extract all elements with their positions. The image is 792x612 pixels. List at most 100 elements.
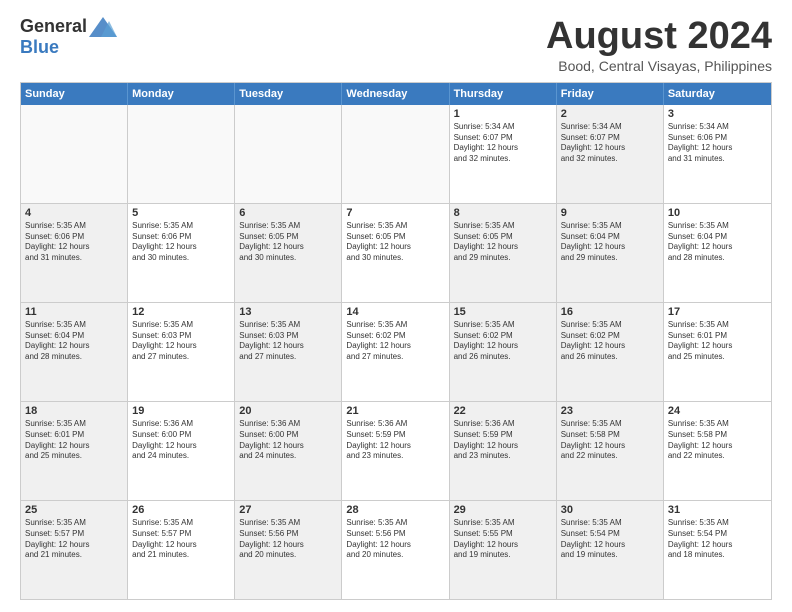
calendar-header: Sunday Monday Tuesday Wednesday Thursday… — [21, 83, 771, 105]
table-row: 19 Sunrise: 5:36 AM Sunset: 6:00 PM Dayli… — [128, 402, 235, 500]
location: Bood, Central Visayas, Philippines — [546, 58, 772, 74]
day-info: Sunrise: 5:35 AM Sunset: 5:56 PM Dayligh… — [239, 518, 337, 561]
day-number: 30 — [561, 504, 659, 516]
day-info: Sunrise: 5:35 AM Sunset: 5:54 PM Dayligh… — [561, 518, 659, 561]
table-row: 27 Sunrise: 5:35 AM Sunset: 5:56 PM Dayli… — [235, 501, 342, 599]
calendar-body: 1 Sunrise: 5:34 AM Sunset: 6:07 PM Daylig… — [21, 105, 771, 599]
day-number: 18 — [25, 405, 123, 417]
day-number: 29 — [454, 504, 552, 516]
calendar-row-4: 25 Sunrise: 5:35 AM Sunset: 5:57 PM Dayli… — [21, 500, 771, 599]
day-number: 24 — [668, 405, 767, 417]
day-info: Sunrise: 5:35 AM Sunset: 6:03 PM Dayligh… — [239, 320, 337, 363]
day-number: 27 — [239, 504, 337, 516]
header-friday: Friday — [557, 83, 664, 105]
table-row: 22Sunrise: 5:36 AM Sunset: 5:59 PM Dayli… — [450, 402, 557, 500]
day-info: Sunrise: 5:35 AM Sunset: 6:06 PM Dayligh… — [25, 221, 123, 264]
table-row: 14Sunrise: 5:35 AM Sunset: 6:02 PM Dayli… — [342, 303, 449, 401]
day-info: Sunrise: 5:35 AM Sunset: 6:01 PM Dayligh… — [25, 419, 123, 462]
day-number: 1 — [454, 108, 552, 120]
day-info: Sunrise: 5:35 AM Sunset: 5:57 PM Dayligh… — [132, 518, 230, 561]
table-row: 5Sunrise: 5:35 AM Sunset: 6:06 PM Daylig… — [128, 204, 235, 302]
table-row: 20Sunrise: 5:36 AM Sunset: 6:00 PM Dayli… — [235, 402, 342, 500]
calendar-row-2: 11 Sunrise: 5:35 AM Sunset: 6:04 PM Dayli… — [21, 302, 771, 401]
table-row: 9Sunrise: 5:35 AM Sunset: 6:04 PM Daylig… — [557, 204, 664, 302]
day-info: Sunrise: 5:35 AM Sunset: 5:55 PM Dayligh… — [454, 518, 552, 561]
day-info: Sunrise: 5:34 AM Sunset: 6:07 PM Dayligh… — [454, 122, 552, 165]
logo-general-text: General — [20, 16, 87, 37]
day-number: 20 — [239, 405, 337, 417]
table-row: 2Sunrise: 5:34 AM Sunset: 6:07 PM Daylig… — [557, 105, 664, 203]
day-info: Sunrise: 5:35 AM Sunset: 6:05 PM Dayligh… — [239, 221, 337, 264]
table-row: 12Sunrise: 5:35 AM Sunset: 6:03 PM Dayli… — [128, 303, 235, 401]
header-thursday: Thursday — [450, 83, 557, 105]
header-sunday: Sunday — [21, 83, 128, 105]
logo: General Blue — [20, 16, 117, 58]
day-info: Sunrise: 5:35 AM Sunset: 6:02 PM Dayligh… — [454, 320, 552, 363]
day-info: Sunrise: 5:35 AM Sunset: 5:56 PM Dayligh… — [346, 518, 444, 561]
table-row: 16Sunrise: 5:35 AM Sunset: 6:02 PM Dayli… — [557, 303, 664, 401]
day-info: Sunrise: 5:35 AM Sunset: 6:02 PM Dayligh… — [561, 320, 659, 363]
logo-blue-text: Blue — [20, 37, 59, 58]
day-info: Sunrise: 5:34 AM Sunset: 6:07 PM Dayligh… — [561, 122, 659, 165]
day-info: Sunrise: 5:35 AM Sunset: 6:05 PM Dayligh… — [454, 221, 552, 264]
day-number: 28 — [346, 504, 444, 516]
calendar-row-1: 4Sunrise: 5:35 AM Sunset: 6:06 PM Daylig… — [21, 203, 771, 302]
table-row: 18 Sunrise: 5:35 AM Sunset: 6:01 PM Dayli… — [21, 402, 128, 500]
page: General Blue August 2024 Bood, Central V… — [0, 0, 792, 612]
day-number: 11 — [25, 306, 123, 318]
day-info: Sunrise: 5:35 AM Sunset: 5:58 PM Dayligh… — [668, 419, 767, 462]
table-row: 6 Sunrise: 5:35 AM Sunset: 6:05 PM Daylig… — [235, 204, 342, 302]
table-row: 15 Sunrise: 5:35 AM Sunset: 6:02 PM Dayli… — [450, 303, 557, 401]
day-number: 5 — [132, 207, 230, 219]
table-row: 10 Sunrise: 5:35 AM Sunset: 6:04 PM Dayli… — [664, 204, 771, 302]
day-number: 10 — [668, 207, 767, 219]
table-row: 31 Sunrise: 5:35 AM Sunset: 5:54 PM Dayli… — [664, 501, 771, 599]
table-row: 8 Sunrise: 5:35 AM Sunset: 6:05 PM Daylig… — [450, 204, 557, 302]
day-number: 23 — [561, 405, 659, 417]
day-info: Sunrise: 5:36 AM Sunset: 6:00 PM Dayligh… — [132, 419, 230, 462]
day-number: 26 — [132, 504, 230, 516]
header-wednesday: Wednesday — [342, 83, 449, 105]
day-number: 19 — [132, 405, 230, 417]
table-row — [235, 105, 342, 203]
table-row: 29 Sunrise: 5:35 AM Sunset: 5:55 PM Dayli… — [450, 501, 557, 599]
day-info: Sunrise: 5:36 AM Sunset: 5:59 PM Dayligh… — [454, 419, 552, 462]
day-info: Sunrise: 5:36 AM Sunset: 5:59 PM Dayligh… — [346, 419, 444, 462]
table-row: 30 Sunrise: 5:35 AM Sunset: 5:54 PM Dayli… — [557, 501, 664, 599]
day-info: Sunrise: 5:35 AM Sunset: 6:04 PM Dayligh… — [668, 221, 767, 264]
month-title: August 2024 — [546, 16, 772, 58]
day-number: 7 — [346, 207, 444, 219]
calendar: Sunday Monday Tuesday Wednesday Thursday… — [20, 82, 772, 600]
table-row: 13Sunrise: 5:35 AM Sunset: 6:03 PM Dayli… — [235, 303, 342, 401]
header-tuesday: Tuesday — [235, 83, 342, 105]
day-number: 8 — [454, 207, 552, 219]
table-row: 24 Sunrise: 5:35 AM Sunset: 5:58 PM Dayli… — [664, 402, 771, 500]
table-row: 21Sunrise: 5:36 AM Sunset: 5:59 PM Dayli… — [342, 402, 449, 500]
day-number: 3 — [668, 108, 767, 120]
table-row — [342, 105, 449, 203]
day-info: Sunrise: 5:35 AM Sunset: 6:04 PM Dayligh… — [561, 221, 659, 264]
table-row: 3 Sunrise: 5:34 AM Sunset: 6:06 PM Daylig… — [664, 105, 771, 203]
day-info: Sunrise: 5:35 AM Sunset: 6:01 PM Dayligh… — [668, 320, 767, 363]
table-row: 17 Sunrise: 5:35 AM Sunset: 6:01 PM Dayli… — [664, 303, 771, 401]
day-info: Sunrise: 5:35 AM Sunset: 6:04 PM Dayligh… — [25, 320, 123, 363]
table-row: 1 Sunrise: 5:34 AM Sunset: 6:07 PM Daylig… — [450, 105, 557, 203]
day-info: Sunrise: 5:35 AM Sunset: 5:58 PM Dayligh… — [561, 419, 659, 462]
table-row: 26 Sunrise: 5:35 AM Sunset: 5:57 PM Dayli… — [128, 501, 235, 599]
day-info: Sunrise: 5:35 AM Sunset: 5:54 PM Dayligh… — [668, 518, 767, 561]
day-info: Sunrise: 5:34 AM Sunset: 6:06 PM Dayligh… — [668, 122, 767, 165]
table-row: 4Sunrise: 5:35 AM Sunset: 6:06 PM Daylig… — [21, 204, 128, 302]
table-row: 23 Sunrise: 5:35 AM Sunset: 5:58 PM Dayli… — [557, 402, 664, 500]
day-number: 17 — [668, 306, 767, 318]
table-row: 28 Sunrise: 5:35 AM Sunset: 5:56 PM Dayli… — [342, 501, 449, 599]
day-number: 6 — [239, 207, 337, 219]
day-info: Sunrise: 5:35 AM Sunset: 6:03 PM Dayligh… — [132, 320, 230, 363]
calendar-row-3: 18 Sunrise: 5:35 AM Sunset: 6:01 PM Dayli… — [21, 401, 771, 500]
header-monday: Monday — [128, 83, 235, 105]
day-number: 25 — [25, 504, 123, 516]
day-info: Sunrise: 5:35 AM Sunset: 6:02 PM Dayligh… — [346, 320, 444, 363]
day-number: 15 — [454, 306, 552, 318]
day-number: 31 — [668, 504, 767, 516]
table-row — [21, 105, 128, 203]
logo-icon — [89, 17, 117, 37]
